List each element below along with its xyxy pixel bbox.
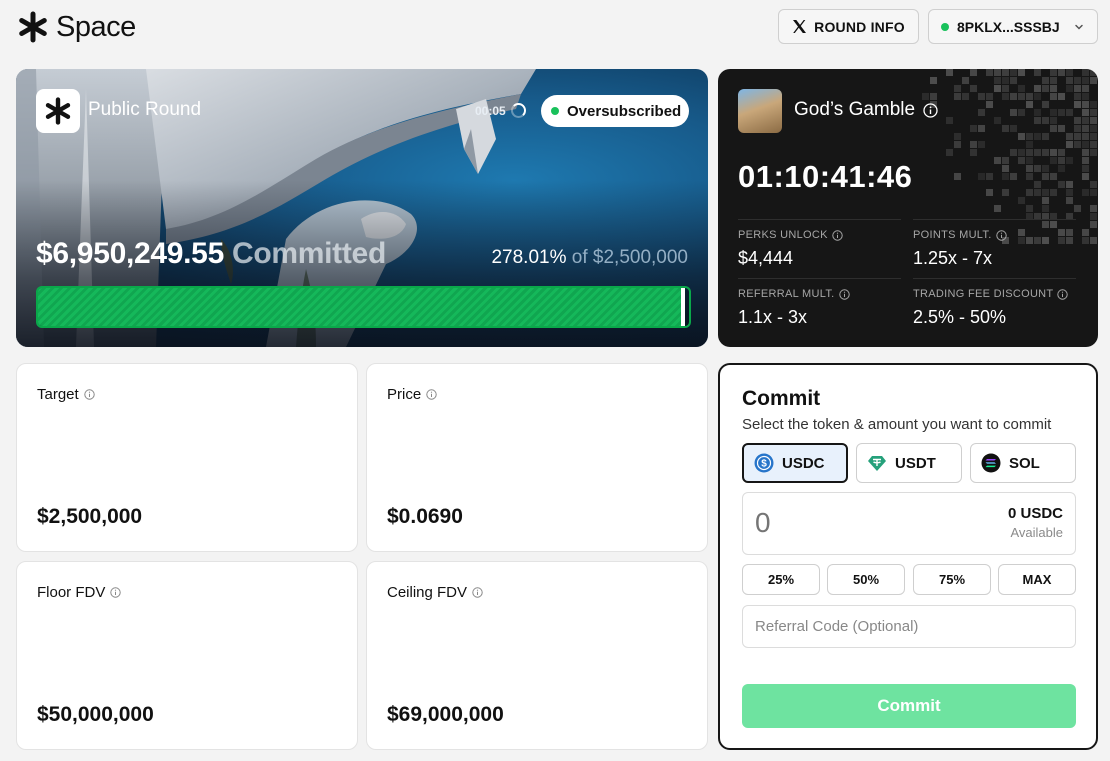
perks-unlock-value: $4,444	[738, 248, 794, 268]
token-sol-label: SOL	[1009, 454, 1040, 472]
referral-mult-label: REFERRAL MULT.	[738, 288, 850, 300]
target-label: Target	[37, 386, 95, 403]
raise-percent: 278.01% of $2,500,000	[491, 247, 688, 269]
divider	[913, 278, 1076, 279]
asterisk-logo-icon	[45, 97, 71, 125]
raise-percent-value: 278.01%	[491, 247, 567, 268]
percent-75-button[interactable]: 75%	[913, 564, 991, 595]
floor-fdv-value: $50,000,000	[37, 703, 154, 726]
commit-title: Commit	[742, 387, 821, 410]
info-icon[interactable]	[995, 229, 1007, 241]
info-icon[interactable]	[1057, 288, 1069, 300]
asterisk-logo-icon	[19, 11, 47, 43]
status-badge-label: Oversubscribed	[567, 102, 682, 120]
wallet-button[interactable]: 8PKLX...SSSBJ	[928, 9, 1098, 44]
commit-subtitle: Select the token & amount you want to co…	[742, 416, 1052, 433]
zeus-avatar	[738, 89, 782, 133]
price-label-text: Price	[387, 386, 422, 403]
target-card: Target $2,500,000	[16, 363, 358, 552]
amount-box: 0 USDC Available	[742, 492, 1076, 555]
wallet-address: 8PKLX...SSSBJ	[957, 18, 1060, 35]
token-sol-button[interactable]: SOL	[970, 443, 1076, 483]
brand-logo[interactable]: Space	[16, 10, 136, 44]
raise-target-text: of $2,500,000	[571, 247, 688, 268]
referral-mult-value: 1.1x - 3x	[738, 307, 808, 327]
max-button[interactable]: MAX	[998, 564, 1076, 595]
gods-gamble-card: God’s Gamble 01:10:41:46 PERKS UNLOCK $4…	[718, 69, 1098, 347]
ceiling-fdv-label: Ceiling FDV	[387, 584, 483, 601]
floor-fdv-label: Floor FDV	[37, 584, 122, 601]
info-icon[interactable]	[832, 229, 843, 241]
svg-text:$: $	[761, 459, 767, 470]
committed-word: Committed	[232, 237, 386, 270]
game-title-text: God’s Gamble	[794, 99, 916, 120]
info-icon[interactable]	[923, 102, 938, 118]
floor-fdv-label-text: Floor FDV	[37, 584, 106, 601]
connected-dot-icon	[941, 22, 949, 31]
target-value: $2,500,000	[37, 505, 143, 528]
raise-progress-fill	[38, 288, 686, 326]
round-title: Public Round	[88, 99, 202, 120]
top-bar: Space ROUND INFO 8PKLX...SSSBJ	[0, 0, 1110, 56]
ceiling-fdv-label-text: Ceiling FDV	[387, 584, 468, 601]
status-dot-icon	[551, 107, 559, 115]
refresh-timer-text: 00:05	[475, 103, 506, 118]
info-icon[interactable]	[84, 389, 95, 400]
divider	[913, 219, 1076, 220]
committed-value: $6,950,249.55	[36, 237, 224, 270]
perks-unlock-label-text: PERKS UNLOCK	[738, 229, 828, 241]
token-usdc-label: USDC	[782, 454, 825, 472]
ceiling-fdv-card: Ceiling FDV $69,000,000	[366, 561, 708, 750]
game-title: God’s Gamble	[794, 99, 938, 121]
info-icon[interactable]	[472, 587, 483, 598]
ceiling-fdv-value: $69,000,000	[387, 703, 504, 726]
price-card: Price $0.0690	[366, 363, 708, 552]
referral-mult-label-text: REFERRAL MULT.	[738, 288, 835, 300]
divider	[738, 219, 901, 220]
available-label: Available	[1010, 525, 1063, 540]
status-badge: Oversubscribed	[541, 95, 689, 127]
trading-fee-discount-label-text: TRADING FEE DISCOUNT	[913, 288, 1054, 300]
token-usdt-label: USDT	[895, 454, 936, 472]
token-usdt-button[interactable]: USDT	[856, 443, 962, 483]
sol-icon	[981, 453, 1001, 473]
info-icon[interactable]	[838, 288, 850, 300]
commit-panel: Commit Select the token & amount you wan…	[718, 363, 1098, 750]
percent-50-button[interactable]: 50%	[827, 564, 905, 595]
round-logo	[36, 89, 80, 133]
target-label-text: Target	[37, 386, 79, 403]
trading-fee-discount-label: TRADING FEE DISCOUNT	[913, 288, 1069, 300]
brand-name: Space	[56, 10, 136, 43]
countdown-timer: 01:10:41:46	[738, 159, 913, 194]
usdt-icon	[868, 456, 886, 471]
info-icon[interactable]	[426, 389, 437, 400]
raise-progress-bar	[36, 286, 691, 328]
perks-unlock-label: PERKS UNLOCK	[738, 229, 843, 241]
chevron-down-icon	[1075, 24, 1083, 30]
amount-input[interactable]	[755, 503, 955, 543]
referral-code-input[interactable]	[742, 605, 1076, 648]
pixel-pattern-decoration	[922, 69, 1097, 244]
usdc-icon: $	[754, 453, 774, 473]
info-icon[interactable]	[110, 587, 122, 598]
divider	[738, 278, 901, 279]
price-label: Price	[387, 386, 437, 403]
round-info-label: ROUND INFO	[814, 18, 905, 35]
price-value: $0.0690	[387, 505, 463, 528]
refresh-timer: 00:05	[475, 103, 526, 118]
token-balance: 0 USDC	[1007, 505, 1063, 522]
points-mult-label-text: POINTS MULT.	[913, 229, 992, 241]
points-mult-label: POINTS MULT.	[913, 229, 1007, 241]
points-mult-value: 1.25x - 7x	[913, 248, 993, 268]
trading-fee-discount-value: 2.5% - 50%	[913, 307, 1007, 327]
floor-fdv-card: Floor FDV $50,000,000	[16, 561, 358, 750]
token-usdc-button[interactable]: $ USDC	[742, 443, 848, 483]
committed-amount: $6,950,249.55 Committed	[36, 237, 386, 271]
commit-button[interactable]: Commit	[742, 684, 1076, 728]
loading-spinner-icon	[510, 103, 526, 118]
x-logo-icon	[793, 20, 807, 33]
percent-25-button[interactable]: 25%	[742, 564, 820, 595]
public-round-hero: Public Round 00:05 Oversubscribed $6,950…	[16, 69, 708, 347]
round-info-button[interactable]: ROUND INFO	[778, 9, 919, 44]
